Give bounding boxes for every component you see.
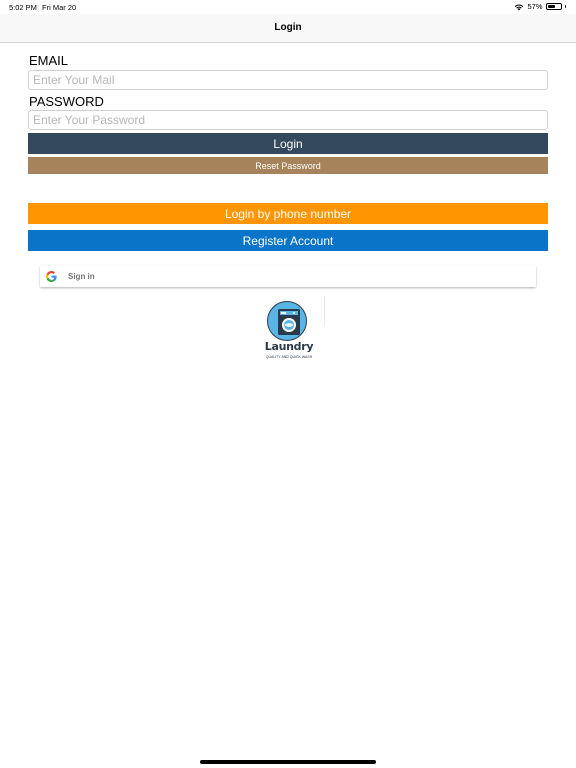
status-right: 57% bbox=[514, 2, 566, 11]
status-time: 5:02 PM bbox=[9, 3, 37, 12]
battery-percent: 57% bbox=[527, 2, 543, 11]
email-field[interactable] bbox=[28, 70, 548, 90]
battery-level bbox=[547, 5, 555, 8]
logo-brand: Laundry bbox=[264, 340, 314, 353]
google-icon bbox=[46, 271, 57, 282]
login-button[interactable]: Login bbox=[28, 133, 548, 154]
battery-tip bbox=[564, 5, 566, 8]
register-account-button[interactable]: Register Account bbox=[28, 230, 548, 251]
google-signin-label: Sign in bbox=[68, 272, 95, 281]
washing-machine-icon bbox=[278, 309, 300, 335]
navigation-bar: Login bbox=[0, 14, 576, 43]
login-by-phone-button[interactable]: Login by phone number bbox=[28, 203, 548, 224]
home-indicator bbox=[200, 760, 376, 764]
email-label: EMAIL bbox=[29, 53, 69, 68]
battery-icon bbox=[545, 3, 562, 10]
reset-password-button[interactable]: Reset Password bbox=[28, 157, 548, 174]
password-field[interactable] bbox=[28, 110, 548, 130]
password-label: PASSWORD bbox=[29, 94, 104, 109]
google-signin-button[interactable]: Sign in bbox=[40, 266, 536, 287]
logo-tagline: QUALITY AND QUICK WASH bbox=[265, 355, 313, 359]
divider bbox=[324, 296, 325, 326]
status-date: Fri Mar 20 bbox=[42, 3, 77, 12]
status-bar: 5:02 PM Fri Mar 20 57% bbox=[0, 0, 576, 14]
app-logo: Laundry QUALITY AND QUICK WASH bbox=[262, 296, 316, 364]
wifi-icon bbox=[515, 3, 524, 10]
page-title: Login bbox=[274, 22, 302, 33]
